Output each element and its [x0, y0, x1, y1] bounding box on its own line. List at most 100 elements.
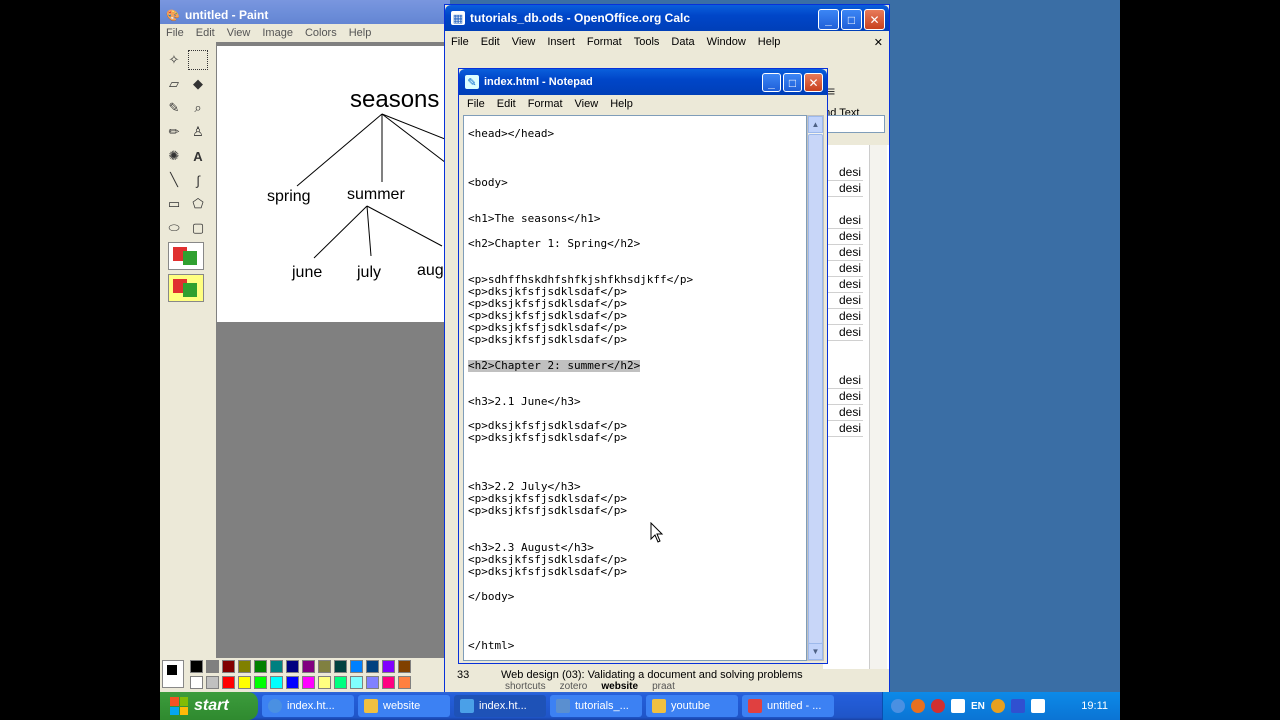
formula-input[interactable] — [825, 115, 885, 133]
rounded-rect-tool-icon[interactable]: ▢ — [188, 218, 208, 238]
paint-menu-file[interactable]: File — [160, 27, 190, 39]
grid-cell[interactable]: desi — [823, 261, 863, 277]
color-swatch[interactable] — [238, 660, 251, 673]
scroll-thumb[interactable] — [808, 134, 823, 644]
grid-cell[interactable]: desi — [823, 405, 863, 421]
start-button[interactable]: start — [160, 692, 258, 720]
notepad-menu-file[interactable]: File — [461, 98, 491, 110]
paint-menu-image[interactable]: Image — [256, 27, 299, 39]
task-button-index-html-chrome[interactable]: index.ht... — [262, 695, 354, 717]
color-swatch[interactable] — [382, 676, 395, 689]
tool-option-transparent[interactable] — [168, 274, 204, 302]
eraser-icon[interactable]: ▱ — [164, 74, 184, 94]
calc-menu-edit[interactable]: Edit — [475, 36, 506, 48]
color-swatch[interactable] — [302, 660, 315, 673]
color-swatch[interactable] — [318, 676, 331, 689]
display-tray-icon[interactable] — [1010, 699, 1025, 713]
notepad-minimize-button[interactable]: _ — [762, 73, 781, 92]
notepad-menu-format[interactable]: Format — [522, 98, 569, 110]
grid-cell[interactable]: desi — [823, 277, 863, 293]
calc-menu-help[interactable]: Help — [752, 36, 787, 48]
color-swatch[interactable] — [398, 660, 411, 673]
calc-minimize-button[interactable]: _ — [818, 9, 839, 30]
grid-cell[interactable]: desi — [823, 181, 863, 197]
color-swatch[interactable] — [206, 660, 219, 673]
sheet-tab-shortcuts[interactable]: shortcuts — [505, 681, 546, 692]
task-button-website[interactable]: website — [358, 695, 450, 717]
notepad-vscroll[interactable]: ▲ ▼ — [807, 115, 824, 661]
paint-menu-edit[interactable]: Edit — [190, 27, 221, 39]
notepad-menu-view[interactable]: View — [569, 98, 605, 110]
notepad-menu-help[interactable]: Help — [604, 98, 639, 110]
magnifier-icon[interactable]: ⌕ — [188, 98, 208, 118]
calc-menu-insert[interactable]: Insert — [541, 36, 581, 48]
polygon-tool-icon[interactable]: ⬠ — [188, 194, 208, 214]
grid-cell[interactable]: desi — [823, 309, 863, 325]
color-swatch[interactable] — [222, 676, 235, 689]
color-swatch[interactable] — [350, 660, 363, 673]
color-swatch[interactable] — [366, 676, 379, 689]
grid-cell[interactable]: desi — [823, 165, 863, 181]
current-colors[interactable] — [162, 660, 184, 688]
grid-cell[interactable]: desi — [823, 245, 863, 261]
calc-maximize-button[interactable]: □ — [841, 9, 862, 30]
grid-cell[interactable]: desi — [823, 325, 863, 341]
text-tool-icon[interactable]: A — [188, 146, 208, 166]
task-button-tutorials[interactable]: tutorials_... — [550, 695, 642, 717]
notepad-close-button[interactable]: ✕ — [804, 73, 823, 92]
scroll-up-icon[interactable]: ▲ — [808, 116, 823, 133]
calc-vscroll[interactable] — [869, 145, 887, 673]
color-swatch[interactable] — [302, 676, 315, 689]
color-swatch[interactable] — [382, 660, 395, 673]
monitor-tray-icon[interactable] — [951, 699, 965, 713]
color-swatch[interactable] — [318, 660, 331, 673]
notepad-menu-edit[interactable]: Edit — [491, 98, 522, 110]
calc-menu-window[interactable]: Window — [701, 36, 752, 48]
scroll-down-icon[interactable]: ▼ — [808, 643, 823, 660]
color-swatch[interactable] — [222, 660, 235, 673]
color-swatch[interactable] — [270, 660, 283, 673]
free-select-icon[interactable]: ✧ — [164, 50, 184, 70]
paint-menu-help[interactable]: Help — [343, 27, 378, 39]
fill-bucket-icon[interactable]: ◆ — [188, 74, 208, 94]
task-button-youtube[interactable]: youtube — [646, 695, 738, 717]
tool-option-opaque[interactable] — [168, 242, 204, 270]
color-swatch[interactable] — [366, 660, 379, 673]
sheet-tab-website[interactable]: website — [601, 681, 638, 692]
grid-cell[interactable]: desi — [823, 229, 863, 245]
pencil-icon[interactable]: ✏ — [164, 122, 184, 142]
sheet-tab-zotero[interactable]: zotero — [560, 681, 588, 692]
language-indicator[interactable]: EN — [971, 701, 985, 712]
paint-menu-view[interactable]: View — [221, 27, 257, 39]
color-swatch[interactable] — [286, 676, 299, 689]
grid-cell[interactable]: desi — [823, 389, 863, 405]
color-swatch[interactable] — [270, 676, 283, 689]
sheet-tab-praat[interactable]: praat — [652, 681, 675, 692]
calc-menu-format[interactable]: Format — [581, 36, 628, 48]
color-swatch[interactable] — [334, 660, 347, 673]
calc-menu-view[interactable]: View — [506, 36, 542, 48]
color-swatch[interactable] — [206, 676, 219, 689]
calc-menu-data[interactable]: Data — [665, 36, 700, 48]
rectangle-tool-icon[interactable]: ▭ — [164, 194, 184, 214]
grid-cell[interactable]: desi — [823, 373, 863, 389]
ellipse-tool-icon[interactable]: ⬭ — [164, 218, 184, 238]
notepad-text-area[interactable]: <head></head> <body> <h1>The seasons</h1… — [463, 115, 807, 661]
paint-menu-colors[interactable]: Colors — [299, 27, 343, 39]
task-button-untitled-paint[interactable]: untitled - ... — [742, 695, 834, 717]
grid-cell[interactable]: desi — [823, 421, 863, 437]
color-swatch[interactable] — [334, 676, 347, 689]
color-swatch[interactable] — [254, 676, 267, 689]
chrome-tray-icon[interactable] — [891, 699, 905, 713]
volume-tray-icon[interactable] — [1030, 699, 1045, 713]
calc-titlebar[interactable]: ▦ tutorials_db.ods - OpenOffice.org Calc… — [445, 5, 889, 31]
calc-close-button[interactable]: ✕ — [864, 9, 885, 30]
calc-doc-close-icon[interactable]: ✕ — [868, 36, 889, 49]
color-swatch[interactable] — [238, 676, 251, 689]
calc-menu-file[interactable]: File — [445, 36, 475, 48]
color-swatch[interactable] — [190, 660, 203, 673]
grid-cell[interactable]: desi — [823, 213, 863, 229]
color-picker-icon[interactable]: ✎ — [164, 98, 184, 118]
calc-menu-tools[interactable]: Tools — [628, 36, 666, 48]
network-tray-icon[interactable] — [990, 699, 1005, 713]
